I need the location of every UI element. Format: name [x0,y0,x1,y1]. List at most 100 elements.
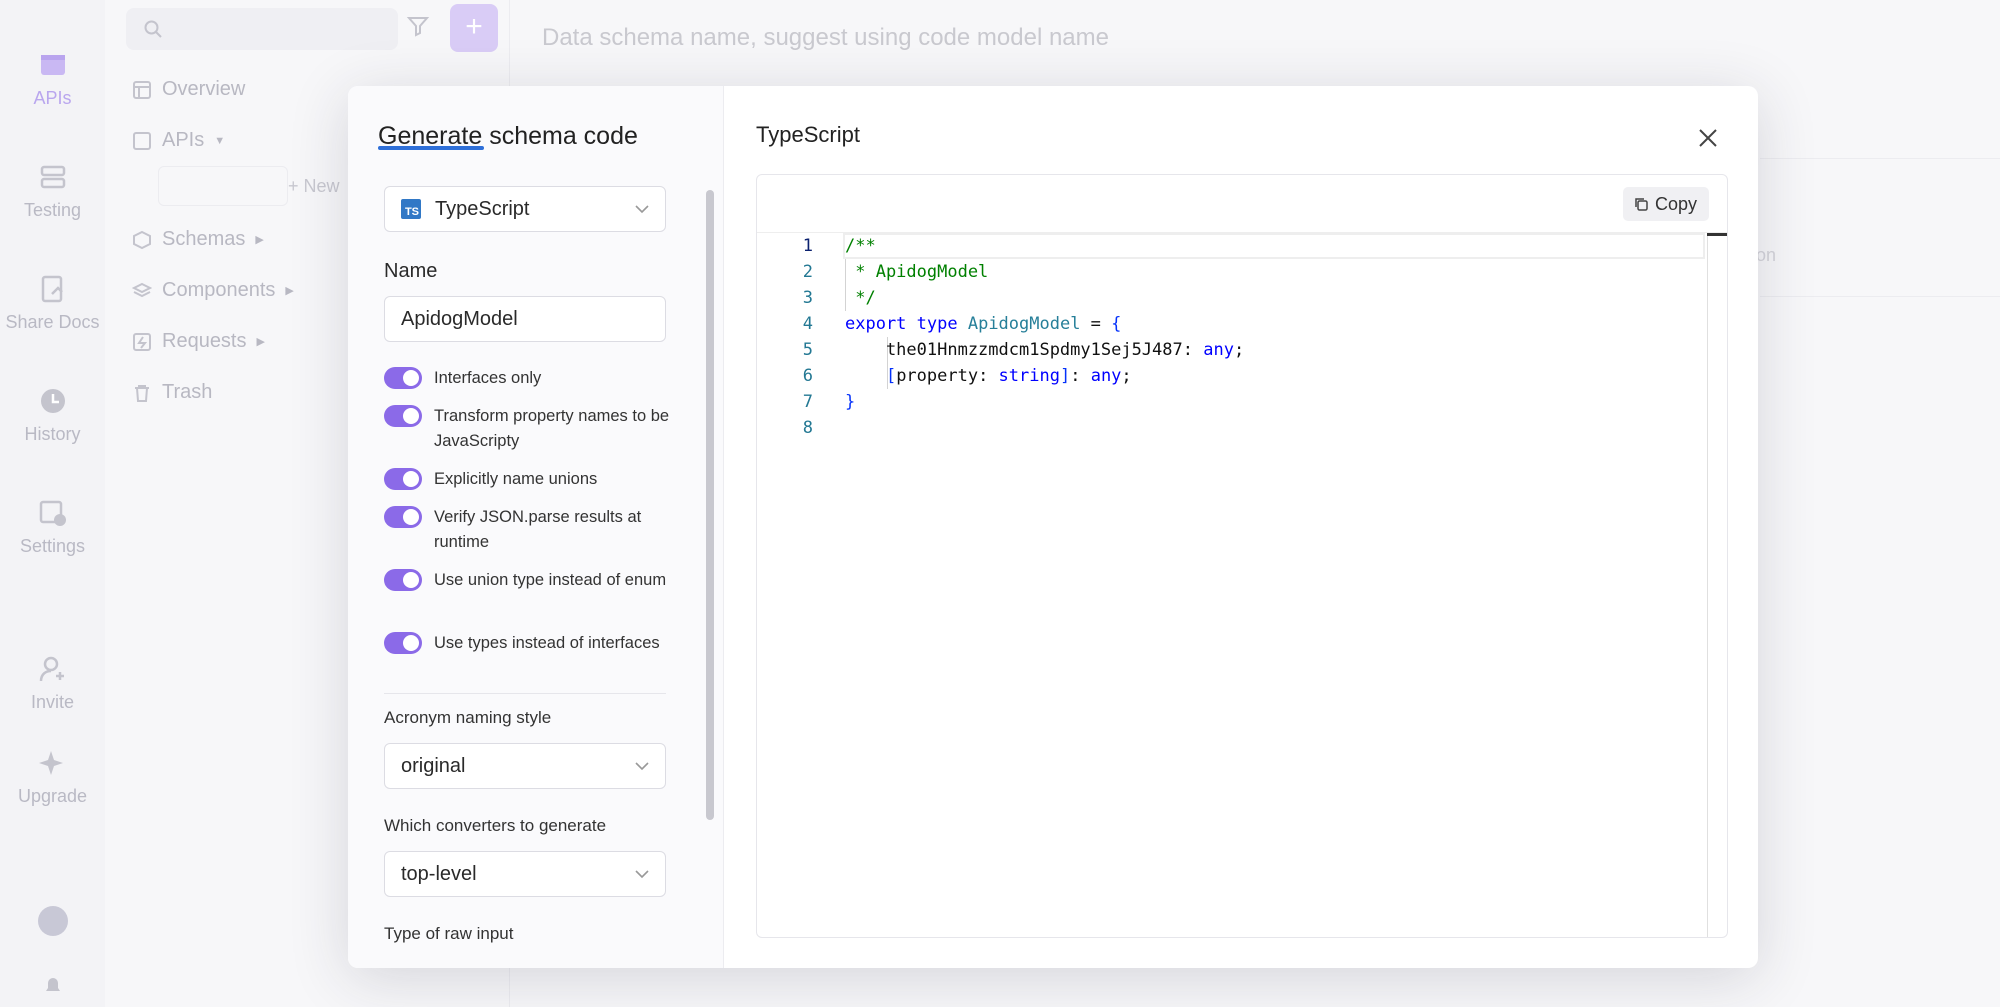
toggle-switch[interactable] [384,468,422,490]
editor-scrollbar[interactable] [1707,233,1708,937]
settings-icon [39,500,66,526]
name-label: Name [384,260,438,282]
code-token: type [906,314,968,334]
code-toolbar: Copy [757,175,1727,233]
converters-select-value: top-level [401,862,477,885]
tree-item-components[interactable]: Components ▶ [132,279,294,302]
toggle-switch[interactable] [384,367,422,389]
line-number: 8 [802,418,813,438]
code-line: */ [845,285,876,311]
apis-folder-icon [133,131,151,150]
rail-label: Settings [19,536,86,556]
code-token: */ [845,288,876,308]
add-button[interactable]: + [450,4,498,52]
tree-item-overview[interactable]: Overview [132,78,245,101]
toggle-switch[interactable] [384,632,422,654]
tree-new-box[interactable] [158,166,288,206]
tree-new-label[interactable]: + New [288,176,340,197]
rail-item-history[interactable]: History [0,386,105,445]
code-token: /** [845,236,876,256]
divider [1760,296,2000,297]
line-number: 6 [802,366,813,386]
copy-icon [1635,198,1648,211]
line-number: 2 [802,262,813,282]
rail-item-upgrade[interactable]: Upgrade [0,748,105,807]
toggle-transform-property-names[interactable]: Transform property names to be JavaScrip… [384,404,674,454]
chevron-down-icon [635,205,649,214]
toggle-verify-json-parse[interactable]: Verify JSON.parse results at runtime [384,505,674,555]
line-number: 5 [802,340,813,360]
acronym-select[interactable]: original [384,743,666,789]
language-select-value: TypeScript [435,197,530,220]
converters-select[interactable]: top-level [384,851,666,897]
tree-item-requests[interactable]: Requests ▶ [132,330,265,353]
code-token: the01Hnmzzmdcm1Spdmy1Sej5J487: [845,340,1204,360]
rail-label: Invite [30,692,75,712]
rail-item-settings[interactable]: Settings [0,498,105,557]
avatar[interactable] [38,906,68,936]
name-input[interactable]: ApidogModel [384,296,666,342]
options-scrollbar[interactable] [706,190,714,820]
toggle-interfaces-only[interactable]: Interfaces only [384,366,674,391]
divider [1760,158,2000,159]
code-panel: Copy 1 2 3 4 5 6 7 8 /** * ApidogModel *… [756,174,1728,938]
code-token: ] [1059,366,1071,386]
rail-item-testing[interactable]: Testing [0,162,105,221]
title-underline [378,146,484,150]
line-number: 3 [802,288,813,308]
toggle-switch[interactable] [384,506,422,528]
acronym-label: Acronym naming style [384,708,552,727]
toggle-union-type-instead-of-enum[interactable]: Use union type instead of enum [384,568,674,593]
tree-item-trash[interactable]: Trash [132,381,212,404]
testing-icon [40,165,65,189]
code-token: any [1203,340,1234,360]
bell-icon[interactable] [42,975,64,997]
code-token: string [998,366,1060,386]
toggle-label: Interfaces only [434,369,542,387]
language-select[interactable]: TS TypeScript [384,186,666,232]
code-line: * ApidogModel [845,259,988,285]
search-icon [144,20,162,38]
close-icon[interactable] [1696,126,1720,150]
code-token: = [1080,314,1112,334]
rail-item-invite[interactable]: Invite [0,654,105,713]
options-panel: Generate schema code TS TypeScript Name … [348,86,724,968]
toggle-types-instead-of-interfaces[interactable]: Use types instead of interfaces [384,631,674,656]
code-token: [ [845,366,897,386]
components-icon [132,282,152,297]
schema-name-input[interactable]: Data schema name, suggest using code mod… [542,24,1109,52]
rail-label: History [24,424,81,444]
generate-code-modal: Generate schema code TS TypeScript Name … [348,86,1758,968]
toggle-switch[interactable] [384,569,422,591]
filter-icon[interactable] [406,14,430,38]
code-token: any [1090,366,1122,386]
tree-item-apis[interactable]: APIs ▼ [132,129,225,152]
toggle-label: Use union type instead of enum [434,571,667,589]
tree-item-schemas[interactable]: Schemas ▶ [132,228,264,251]
code-token: ; [1121,366,1132,386]
acronym-select-value: original [401,754,466,777]
chevron-down-icon [635,762,649,771]
code-token: } [845,392,856,412]
code-editor[interactable]: 1 2 3 4 5 6 7 8 /** * ApidogModel */ exp… [757,233,1727,937]
upgrade-icon [38,751,63,775]
toggle-switch[interactable] [384,405,422,427]
code-token: : [1070,366,1091,386]
typescript-icon: TS [401,199,421,219]
tree-item-label: Overview [162,78,246,100]
scroll-position-marker [1707,233,1727,236]
line-number: 7 [802,392,813,412]
code-line: /** [845,233,876,259]
code-token: property: [896,366,999,386]
code-token: export [845,314,907,334]
toggle-explicitly-name-unions[interactable]: Explicitly name unions [384,467,674,492]
copy-button[interactable]: Copy [1622,187,1709,221]
tree-item-label: APIs [162,129,205,151]
rail-item-apis[interactable]: APIs [0,50,105,109]
rail-item-share-docs[interactable]: Share Docs [0,274,105,333]
raw-input-label: Type of raw input [384,924,514,943]
name-input-value: ApidogModel [401,307,518,330]
tree-search-input[interactable] [126,8,398,50]
current-line-highlight [843,233,1705,259]
rail-label: Share Docs [5,312,100,332]
